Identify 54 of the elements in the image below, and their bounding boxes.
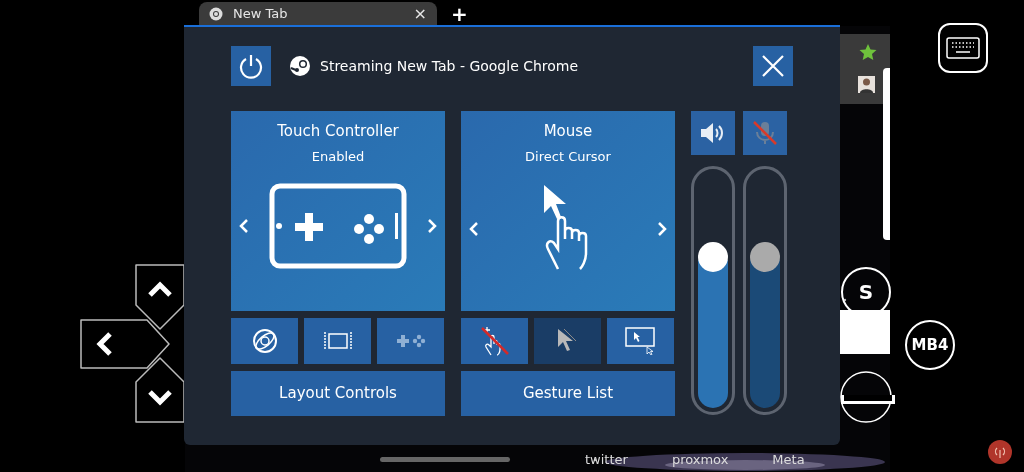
tool-button[interactable]: [461, 318, 528, 364]
gesture-list-button[interactable]: Gesture List: [461, 371, 675, 416]
close-icon: [761, 54, 785, 78]
tablet-gamepad-icon: [269, 183, 407, 269]
mode-title: Mouse: [543, 121, 593, 142]
tool-button[interactable]: [607, 318, 674, 364]
round-button-icon[interactable]: [840, 371, 896, 423]
speaker-icon: [700, 122, 726, 144]
power-icon: [238, 53, 264, 79]
next-icon[interactable]: [657, 221, 667, 237]
tool-button[interactable]: [534, 318, 601, 364]
keyboard-button[interactable]: [938, 23, 988, 73]
previous-icon[interactable]: [469, 221, 479, 237]
new-tab-button[interactable]: +: [451, 2, 468, 26]
mode-status: Direct Cursor: [525, 147, 611, 166]
dpad-down-button[interactable]: [133, 355, 187, 425]
signal-badge[interactable]: [988, 440, 1012, 464]
next-icon[interactable]: [427, 218, 437, 234]
tab-close-button[interactable]: ×: [413, 2, 427, 26]
mb4-button[interactable]: MB4: [905, 320, 955, 370]
close-button[interactable]: [753, 46, 793, 86]
page-block: [840, 310, 890, 354]
browser-logo-icon: [209, 7, 223, 21]
tool-button[interactable]: [231, 318, 298, 364]
slider-thumb[interactable]: [750, 241, 780, 272]
tool-button[interactable]: [304, 318, 371, 364]
keyboard-icon: [946, 37, 980, 59]
bookmark-link[interactable]: Meta: [772, 449, 805, 469]
screen-frame-icon: [322, 331, 353, 351]
mode-title: Touch Controller: [277, 121, 399, 142]
microphone-muted-icon: [752, 120, 778, 146]
antenna-icon: [994, 446, 1006, 458]
bookmark-link[interactable]: twitter: [585, 449, 628, 469]
speaker-button[interactable]: [691, 111, 735, 155]
steam-logo-icon: [290, 56, 310, 76]
avatar-icon: [858, 76, 875, 93]
tab-title: New Tab: [233, 5, 289, 24]
browser-tab[interactable]: New Tab ×: [199, 2, 437, 26]
dpad-up-button[interactable]: [133, 262, 187, 332]
bookmark-link[interactable]: proxmox: [671, 449, 729, 469]
dpad-left-button[interactable]: [78, 317, 172, 371]
power-button[interactable]: [231, 46, 271, 86]
trackpad-icon: [624, 327, 657, 355]
mode-card[interactable]: Mouse Direct Cursor: [461, 111, 675, 311]
slider-thumb[interactable]: [698, 241, 728, 272]
gamepad-icon: [395, 334, 426, 348]
mode-card[interactable]: Touch Controller Enabled: [231, 111, 445, 311]
previous-icon[interactable]: [239, 218, 249, 234]
star-icon: [859, 43, 877, 61]
layout-controls-button[interactable]: Layout Controls: [231, 371, 445, 416]
mode-status: Enabled: [311, 147, 365, 166]
panel-title: Streaming New Tab - Google Chrome: [320, 56, 580, 76]
gyroscope-icon: [250, 327, 279, 355]
touch-disabled-icon: [478, 325, 511, 357]
